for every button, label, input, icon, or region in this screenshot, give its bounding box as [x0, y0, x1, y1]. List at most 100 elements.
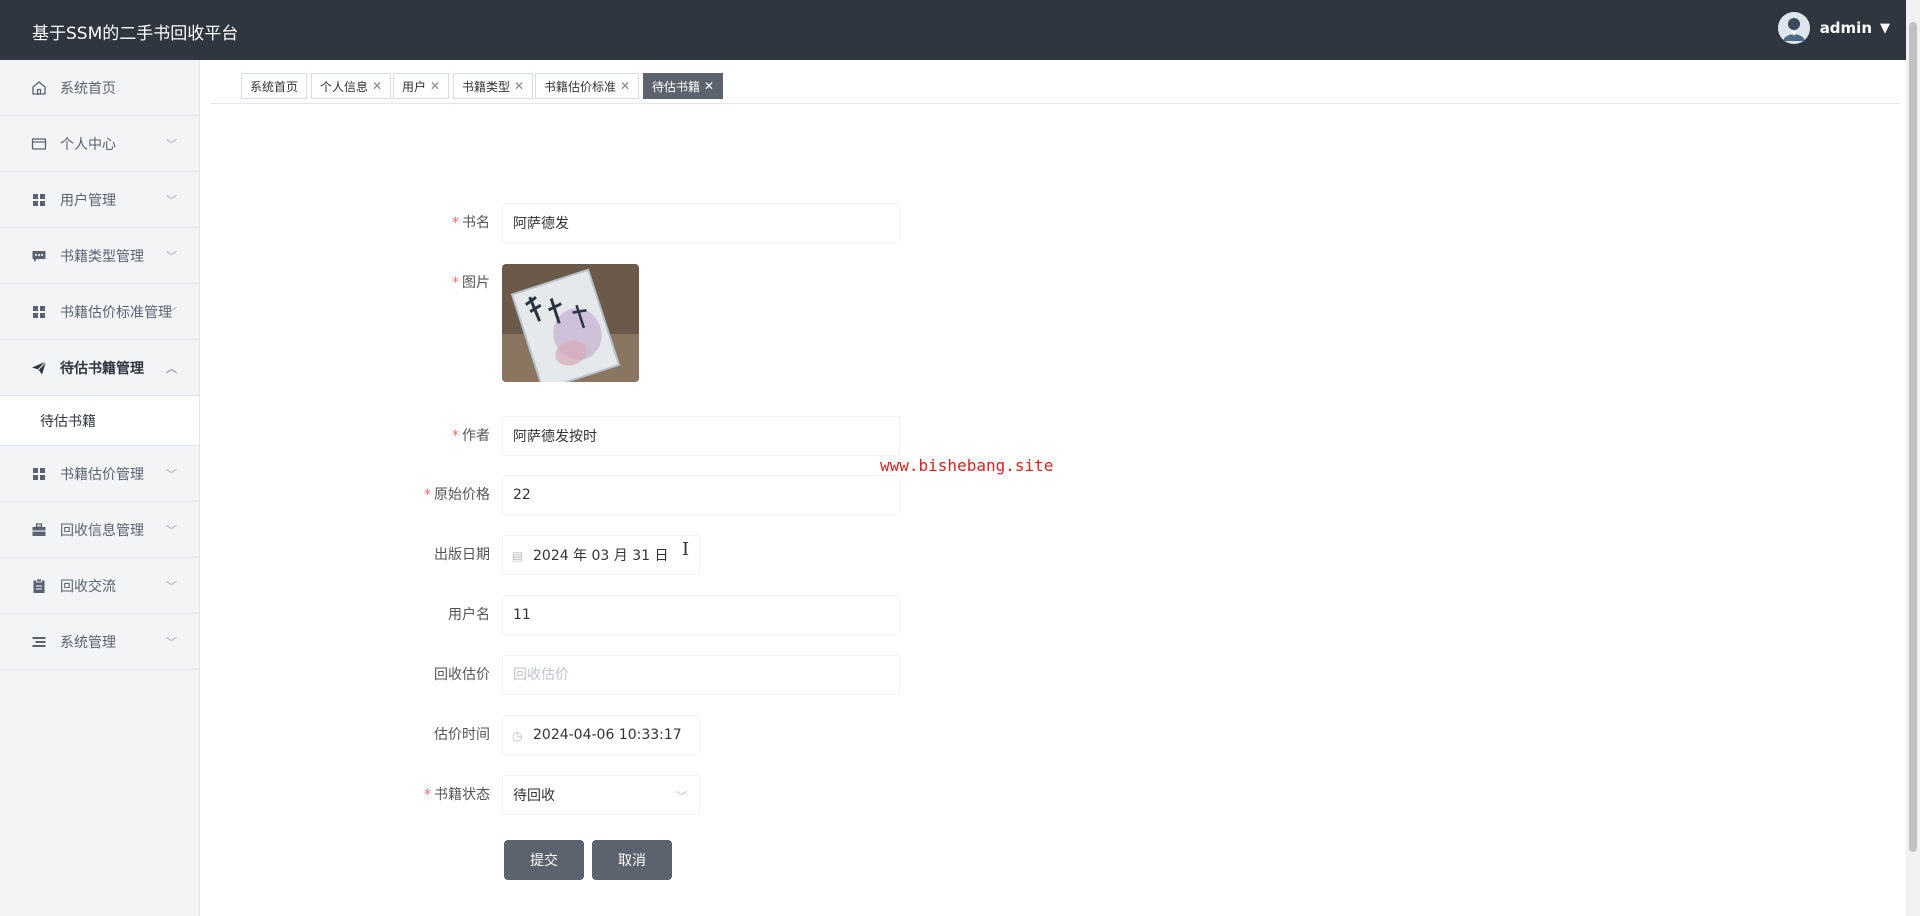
sidebar-item-system[interactable]: 系统管理 ﹀ — [0, 614, 199, 670]
chevron-down-icon: ﹀ — [166, 194, 177, 207]
chevron-down-icon: ﹀ — [676, 790, 687, 803]
chat-icon — [30, 247, 48, 265]
paper-plane-icon — [30, 359, 48, 377]
tab-book-types[interactable]: 书籍类型 ✕ — [453, 73, 534, 99]
text-cursor-icon: I — [682, 539, 690, 560]
tab-pending-books[interactable]: 待估书籍 ✕ — [643, 73, 724, 99]
sidebar-item-recycle-info[interactable]: 回收信息管理 ﹀ — [0, 502, 199, 558]
close-icon[interactable]: ✕ — [430, 79, 440, 93]
form-label: * 图片 — [452, 275, 490, 291]
author-input[interactable] — [502, 416, 900, 456]
sidebar-item-label: 书籍类型管理 — [60, 248, 144, 265]
sidebar-item-book-valuation[interactable]: 书籍估价管理 ﹀ — [0, 446, 199, 502]
clock-icon: ◷ — [512, 729, 523, 743]
close-icon[interactable]: ✕ — [372, 79, 382, 93]
sidebar-item-label: 个人中心 — [60, 136, 116, 153]
form-label: 估价时间 — [434, 727, 490, 743]
form-row-publish-date: 出版日期 ▤ 2024 年 03 月 31 日 — [400, 535, 900, 575]
briefcase-icon — [30, 521, 48, 539]
scrollbar-thumb[interactable] — [1909, 22, 1917, 852]
form-row-image: * 图片 — [400, 263, 900, 303]
sidebar-item-label: 待估书籍管理 — [60, 360, 144, 377]
chevron-down-icon: ﹀ — [166, 524, 177, 537]
form-row-author: * 作者 — [400, 416, 900, 456]
original-price-input[interactable] — [502, 475, 900, 515]
form-label: 回收估价 — [434, 667, 490, 683]
sidebar-subitem-pending-books[interactable]: 待估书籍 — [0, 396, 199, 446]
sidebar-item-valuation-standards[interactable]: 书籍估价标准管理 ﹀ — [0, 284, 199, 340]
sidebar-item-label: 用户管理 — [60, 192, 116, 209]
sidebar-item-home[interactable]: 系统首页 — [0, 60, 199, 116]
chevron-down-icon: ﹀ — [166, 636, 177, 649]
grid-icon — [30, 191, 48, 209]
book-status-select[interactable]: 待回收 ﹀ — [502, 775, 700, 815]
tab-label: 待估书籍 — [652, 79, 701, 94]
estimate-time-picker[interactable]: ◷ 2024-04-06 10:33:17 — [502, 715, 700, 755]
grid-icon — [30, 303, 48, 321]
form-row-recycle-estimate: 回收估价 — [400, 655, 900, 695]
tab-label: 系统首页 — [250, 79, 299, 94]
form-label: * 书名 — [452, 215, 490, 231]
grid-icon — [30, 465, 48, 483]
tab-label: 个人信息 — [320, 79, 369, 94]
submit-button[interactable]: 提交 — [504, 840, 584, 880]
form-label: 出版日期 — [434, 547, 490, 563]
form-label: * 作者 — [452, 428, 490, 444]
book-name-input[interactable] — [502, 203, 900, 243]
caret-down-icon: ▼ — [1880, 20, 1890, 36]
sidebar-item-recycle-chat[interactable]: 回收交流 ﹀ — [0, 558, 199, 614]
sidebar-item-label: 书籍估价标准管理 — [60, 304, 172, 321]
calendar-icon: ▤ — [512, 549, 524, 563]
sidebar-item-book-types[interactable]: 书籍类型管理 ﹀ — [0, 228, 199, 284]
form-label: 用户名 — [448, 607, 490, 623]
form-row-username: 用户名 — [400, 595, 900, 635]
app-title: 基于SSM的二手书回收平台 — [32, 24, 239, 44]
sidebar-item-label: 回收信息管理 — [60, 522, 144, 539]
sidebar-item-profile[interactable]: 个人中心 ﹀ — [0, 116, 199, 172]
sidebar-item-pending-books[interactable]: 待估书籍管理 ︿ — [0, 340, 199, 396]
list-icon — [30, 633, 48, 651]
form-label: * 原始价格 — [424, 487, 490, 503]
publish-date-picker[interactable]: ▤ 2024 年 03 月 31 日 — [502, 535, 700, 575]
close-icon[interactable]: ✕ — [514, 79, 524, 93]
chevron-down-icon: ﹀ — [166, 306, 177, 319]
id-card-icon — [30, 135, 48, 153]
sidebar-item-label: 回收交流 — [60, 578, 116, 595]
form-row-book-status: * 书籍状态 待回收 ﹀ — [400, 775, 900, 815]
sidebar-item-label: 书籍估价管理 — [60, 466, 144, 483]
chevron-down-icon: ﹀ — [166, 580, 177, 593]
sidebar: 系统首页 个人中心 ﹀ 用户管理 ﹀ 书籍类型管理 ﹀ 书籍估价标准管理 ﹀ 待… — [0, 60, 200, 916]
avatar — [1777, 12, 1810, 44]
book-cover-image[interactable] — [502, 264, 639, 382]
sidebar-item-label: 系统首页 — [60, 80, 116, 97]
user-name: admin — [1819, 19, 1872, 37]
tab-users[interactable]: 用户 ✕ — [393, 73, 450, 99]
chevron-up-icon: ︿ — [166, 362, 177, 375]
scrollbar[interactable] — [1906, 0, 1920, 916]
chevron-down-icon: ﹀ — [166, 250, 177, 263]
tab-label: 书籍估价标准 — [544, 79, 617, 94]
tab-personal-info[interactable]: 个人信息 ✕ — [311, 73, 392, 99]
chevron-down-icon: ﹀ — [166, 138, 177, 151]
home-icon — [30, 79, 48, 97]
tab-home[interactable]: 系统首页 — [241, 73, 308, 99]
chevron-down-icon: ﹀ — [166, 468, 177, 481]
form-row-book-name: * 书名 — [400, 203, 900, 243]
close-icon[interactable]: ✕ — [704, 79, 714, 93]
username-input[interactable] — [502, 595, 900, 635]
book-status-value: 待回收 — [513, 788, 555, 804]
tab-label: 用户 — [402, 79, 427, 94]
tab-valuation-standards[interactable]: 书籍估价标准 ✕ — [535, 73, 640, 99]
estimate-time-value: 2024-04-06 10:33:17 — [533, 727, 682, 743]
form-row-estimate-time: 估价时间 ◷ 2024-04-06 10:33:17 — [400, 715, 900, 755]
tab-label: 书籍类型 — [462, 79, 511, 94]
user-menu[interactable]: admin ▼ — [1777, 12, 1890, 44]
recycle-estimate-input[interactable] — [502, 655, 900, 695]
cancel-button[interactable]: 取消 — [592, 840, 672, 880]
watermark-text: www.bishebang.site — [880, 456, 1054, 475]
clipboard-icon — [30, 577, 48, 595]
sidebar-item-users[interactable]: 用户管理 ﹀ — [0, 172, 199, 228]
form-row-original-price: * 原始价格 — [400, 475, 900, 515]
close-icon[interactable]: ✕ — [620, 79, 630, 93]
publish-date-value: 2024 年 03 月 31 日 — [533, 548, 669, 564]
